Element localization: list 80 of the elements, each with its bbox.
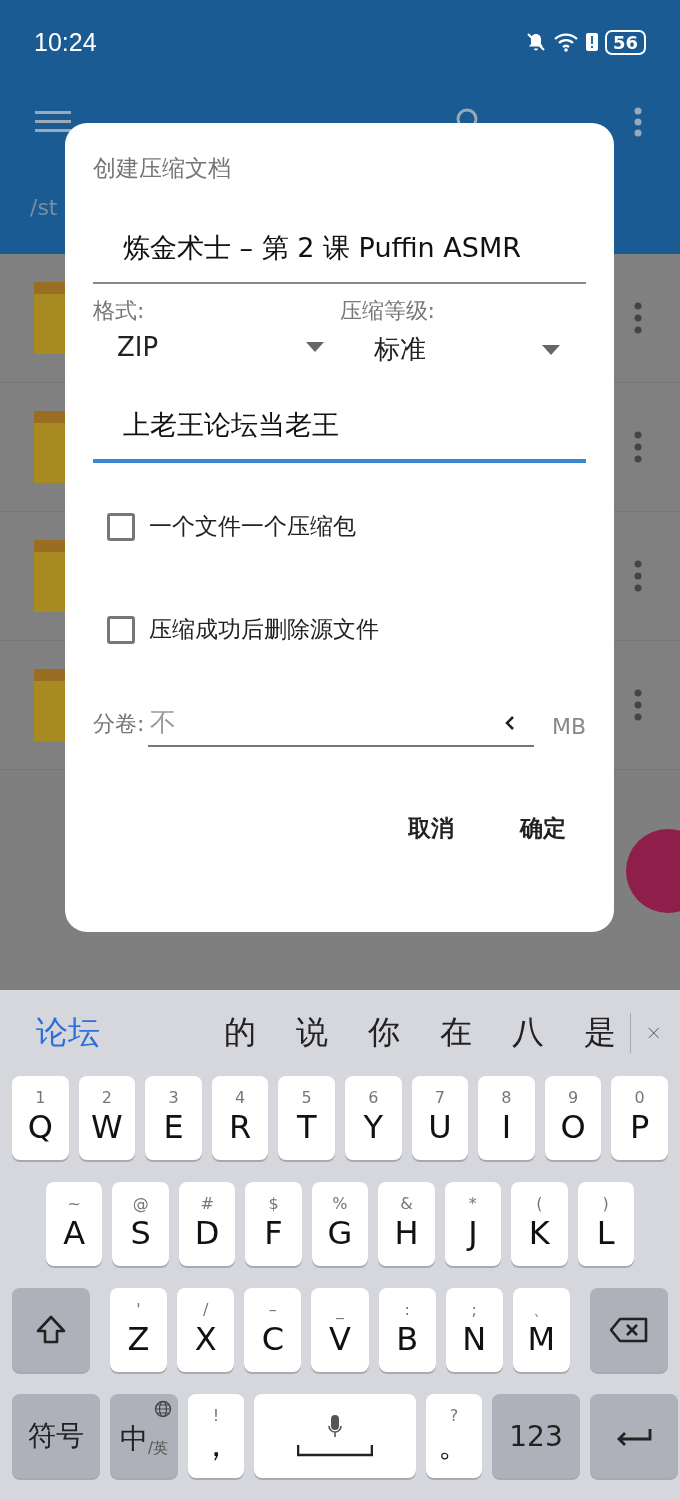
keyboard-key[interactable]: _ V	[311, 1288, 369, 1372]
menu-icon[interactable]	[35, 109, 71, 135]
keyboard-key[interactable]: 1 Q	[12, 1076, 69, 1160]
keyboard-key[interactable]: $ F	[245, 1182, 302, 1266]
enter-key[interactable]	[590, 1394, 678, 1478]
level-dropdown[interactable]: 标准	[339, 326, 586, 367]
keyboard-key[interactable]: 6 Y	[344, 1076, 402, 1160]
keyboard-key[interactable]: 5 T	[278, 1076, 335, 1160]
backspace-key[interactable]	[590, 1288, 668, 1372]
checkbox[interactable]	[107, 512, 135, 541]
shift-icon	[35, 1314, 67, 1346]
keyboard-key[interactable]: 7 U	[411, 1076, 469, 1160]
keyboard-key[interactable]: 8 I	[478, 1076, 535, 1160]
more-icon[interactable]	[634, 431, 642, 463]
keyboard-key[interactable]: 、 M	[512, 1288, 570, 1372]
checkbox-option[interactable]: 压缩成功后删除源文件	[107, 614, 586, 645]
format-label: 格式:	[93, 297, 146, 325]
keyboard-key[interactable]: : B	[378, 1288, 436, 1372]
level-label: 压缩等级:	[339, 297, 436, 325]
keyboard-key[interactable]: 2 W	[78, 1076, 136, 1160]
keyboard-key[interactable]: & H	[378, 1182, 435, 1266]
candidate-word[interactable]: 你	[368, 1011, 401, 1055]
dropdown-arrow-icon	[305, 342, 324, 352]
keyboard-key[interactable]: ' Z	[110, 1288, 168, 1372]
alert-icon	[584, 31, 599, 53]
checkbox-option[interactable]: 一个文件一个压缩包	[107, 511, 586, 542]
keyboard-key[interactable]: @ S	[112, 1182, 169, 1266]
microphone-icon	[328, 1415, 342, 1439]
more-icon[interactable]	[634, 302, 642, 334]
candidate-word[interactable]: 是	[584, 1011, 617, 1055]
keyboard-key[interactable]: – C	[244, 1288, 302, 1372]
shift-key[interactable]	[12, 1288, 90, 1372]
space-key[interactable]	[254, 1394, 416, 1478]
name-field[interactable]: 炼金术士 – 第 2 课 Puffin ASMR	[93, 230, 586, 284]
dialog-title: 创建压缩文档	[93, 154, 232, 183]
dialog-button[interactable]: 取消	[394, 807, 468, 850]
wifi-icon	[552, 31, 579, 53]
keyboard-key[interactable]: ; N	[445, 1288, 503, 1372]
keyboard-key[interactable]: 9 O	[544, 1076, 602, 1160]
path-text: /st	[30, 194, 58, 220]
keyboard-key[interactable]: ~ A	[46, 1182, 103, 1266]
password-field[interactable]: 上老王论坛当老王	[93, 407, 586, 463]
checkbox[interactable]	[107, 615, 135, 644]
candidate-word[interactable]: 的	[224, 1011, 257, 1055]
keyboard-key[interactable]: ( K	[511, 1182, 568, 1266]
dialog-button[interactable]: 确定	[506, 807, 580, 850]
chevron-left-icon[interactable]	[503, 715, 516, 731]
backspace-icon	[610, 1317, 648, 1343]
keyboard-key[interactable]: 4 R	[211, 1076, 269, 1160]
space-bar-icon	[297, 1445, 373, 1457]
folder-icon	[34, 540, 66, 612]
battery-level: 56	[604, 29, 646, 55]
dropdown-arrow-icon	[542, 344, 560, 355]
candidate-word[interactable]: 八	[512, 1011, 545, 1055]
more-icon[interactable]	[634, 107, 642, 137]
keyboard-key[interactable]: 符号	[12, 1394, 100, 1478]
keyboard-key[interactable]: ) L	[577, 1182, 634, 1266]
keyboard-key[interactable]: 123	[492, 1394, 580, 1478]
folder-icon	[34, 411, 66, 483]
folder-icon	[34, 282, 66, 354]
keyboard-key[interactable]: 0 P	[611, 1076, 668, 1160]
unit-label: MB	[551, 714, 586, 741]
keyboard-key[interactable]: ! ，	[188, 1394, 244, 1478]
folder-icon	[34, 669, 66, 741]
split-size-field[interactable]: 不	[148, 707, 534, 747]
candidate-word[interactable]: 在	[440, 1011, 473, 1055]
more-icon[interactable]	[634, 560, 642, 592]
keyboard-key[interactable]: / X	[177, 1288, 235, 1372]
keyboard-key[interactable]: # D	[178, 1182, 236, 1266]
keyboard-key[interactable]: * J	[444, 1182, 502, 1266]
format-dropdown[interactable]: ZIP	[93, 326, 340, 362]
muted-bell-icon	[524, 31, 547, 53]
globe-icon	[154, 1400, 172, 1418]
status-time: 10:24	[34, 27, 97, 57]
keyboard-key[interactable]: % G	[311, 1182, 369, 1266]
keyboard-key[interactable]: 3 E	[145, 1076, 202, 1160]
more-icon[interactable]	[634, 689, 642, 721]
split-label: 分卷:	[93, 710, 145, 738]
keyboard-key[interactable]: ? 。	[426, 1394, 482, 1478]
candidate-word[interactable]: 说	[296, 1011, 329, 1055]
